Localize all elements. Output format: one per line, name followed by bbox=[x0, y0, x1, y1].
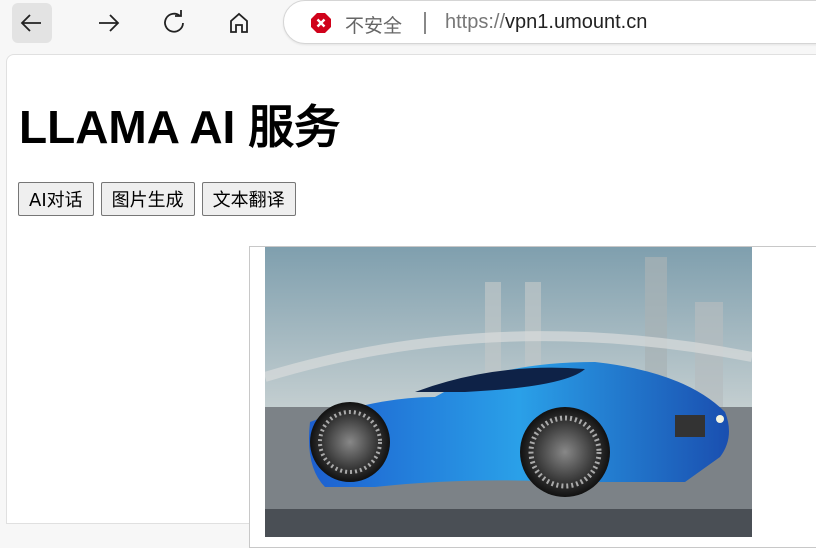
page-content: LLAMA AI 服务 AI对话 图片生成 文本翻译 bbox=[6, 54, 816, 548]
page-title: LLAMA AI 服务 bbox=[19, 101, 341, 153]
refresh-icon bbox=[164, 10, 184, 33]
home-icon bbox=[230, 12, 248, 33]
home-button[interactable] bbox=[219, 3, 259, 43]
forward-button[interactable] bbox=[88, 3, 128, 43]
forward-icon bbox=[99, 14, 120, 32]
text-translation-button[interactable]: 文本翻译 bbox=[201, 182, 296, 216]
url-text[interactable]: https://vpn1.umount.cn bbox=[445, 11, 647, 34]
ai-chat-button[interactable]: AI对话 bbox=[18, 182, 94, 216]
content-frame bbox=[249, 246, 816, 548]
image-generation-button[interactable]: 图片生成 bbox=[100, 182, 195, 216]
back-icon bbox=[20, 14, 41, 32]
back-button[interactable] bbox=[12, 3, 52, 43]
service-buttons: AI对话 图片生成 文本翻译 bbox=[18, 182, 296, 216]
refresh-button[interactable] bbox=[154, 3, 194, 43]
address-separator bbox=[424, 12, 426, 34]
not-secure-icon bbox=[311, 13, 331, 33]
generated-car-image bbox=[265, 247, 752, 537]
browser-toolbar: 不安全 https://vpn1.umount.cn bbox=[0, 0, 816, 50]
not-secure-label[interactable]: 不安全 bbox=[345, 11, 402, 38]
address-bar[interactable]: 不安全 https://vpn1.umount.cn bbox=[283, 0, 816, 44]
